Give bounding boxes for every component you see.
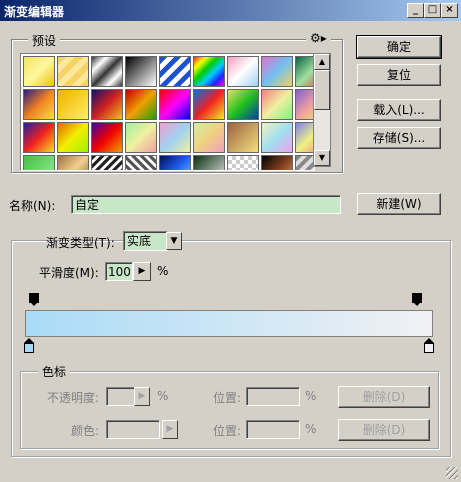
color-swatch-field[interactable] xyxy=(106,420,160,439)
preset-swatch-grid xyxy=(20,53,315,171)
preset-swatch[interactable] xyxy=(193,122,225,153)
preset-swatch[interactable] xyxy=(159,155,191,170)
preset-swatch[interactable] xyxy=(295,155,314,170)
preset-swatch[interactable] xyxy=(295,56,314,87)
color-position-field[interactable] xyxy=(246,420,300,439)
preset-swatch[interactable] xyxy=(159,56,191,87)
preset-swatch[interactable] xyxy=(57,122,89,153)
scroll-thumb[interactable] xyxy=(314,70,330,110)
color-position-unit: % xyxy=(305,422,317,436)
preset-swatch[interactable] xyxy=(91,56,123,87)
preset-swatch[interactable] xyxy=(125,89,157,120)
chevron-down-icon[interactable]: ▼ xyxy=(166,232,182,250)
minimize-button[interactable]: _ xyxy=(407,3,424,18)
gradient-preview-bar[interactable] xyxy=(25,310,433,337)
gradient-type-select[interactable]: 实底 xyxy=(123,231,168,251)
preset-swatch[interactable] xyxy=(57,56,89,87)
smoothness-label: 平滑度(M): xyxy=(39,266,99,280)
preset-swatch[interactable] xyxy=(295,89,314,120)
preset-swatch[interactable] xyxy=(23,56,55,87)
preset-swatch[interactable] xyxy=(57,155,89,170)
preset-swatch[interactable] xyxy=(91,89,123,120)
presets-label: 预设 xyxy=(28,32,61,49)
new-button[interactable]: 新建(W) xyxy=(357,193,441,215)
name-label: 名称(N): xyxy=(9,199,56,213)
preset-swatch[interactable] xyxy=(57,89,89,120)
close-button[interactable]: × xyxy=(441,3,458,18)
preset-swatch[interactable] xyxy=(227,56,259,87)
reset-button[interactable]: 复位 xyxy=(357,64,441,86)
preset-swatch[interactable] xyxy=(261,89,293,120)
preset-swatch[interactable] xyxy=(159,89,191,120)
preset-swatch[interactable] xyxy=(23,122,55,153)
opacity-field[interactable] xyxy=(106,387,136,406)
smoothness-field[interactable]: 100 xyxy=(105,262,133,281)
gradient-type-label: 渐变类型(T): xyxy=(46,236,115,250)
stops-group-label: 色标 xyxy=(38,363,71,380)
opacity-position-field[interactable] xyxy=(246,387,300,406)
preset-swatch[interactable] xyxy=(125,155,157,170)
color-label: 颜色: xyxy=(71,424,100,438)
smoothness-slider-icon[interactable]: ▶ xyxy=(133,262,151,281)
maximize-button[interactable]: □ xyxy=(424,3,441,18)
preset-swatch[interactable] xyxy=(261,155,293,170)
load-button[interactable]: 载入(L)... xyxy=(357,99,441,121)
color-stop-left[interactable] xyxy=(23,338,35,353)
opacity-position-unit: % xyxy=(305,389,317,403)
presets-scrollbar[interactable]: ▲ ▼ xyxy=(313,53,331,167)
preset-swatch[interactable] xyxy=(91,122,123,153)
title-bar: 渐变编辑器 _ □ × xyxy=(0,0,461,21)
preset-swatch[interactable] xyxy=(23,155,55,170)
scroll-down-icon[interactable]: ▼ xyxy=(314,150,330,166)
color-stop-right[interactable] xyxy=(423,338,435,353)
preset-swatch[interactable] xyxy=(295,122,314,153)
scroll-up-icon[interactable]: ▲ xyxy=(314,54,330,70)
save-button[interactable]: 存储(S)... xyxy=(357,127,441,149)
name-field[interactable]: 自定 xyxy=(71,195,341,214)
gear-icon[interactable]: ⚙▸ xyxy=(306,31,331,45)
opacity-position-label: 位置: xyxy=(213,391,242,405)
preset-swatch[interactable] xyxy=(227,89,259,120)
opacity-slider-icon[interactable]: ▶ xyxy=(134,387,150,406)
resize-grip-icon[interactable] xyxy=(446,467,458,479)
delete-opacity-stop-button[interactable]: 删除(D) xyxy=(338,386,430,408)
preset-swatch[interactable] xyxy=(261,56,293,87)
color-position-label: 位置: xyxy=(213,424,242,438)
preset-swatch[interactable] xyxy=(193,155,225,170)
preset-swatch[interactable] xyxy=(125,56,157,87)
delete-color-stop-button[interactable]: 删除(D) xyxy=(338,419,430,441)
preset-swatch[interactable] xyxy=(193,56,225,87)
preset-swatch[interactable] xyxy=(159,122,191,153)
opacity-stop-left[interactable] xyxy=(28,293,39,306)
window-title: 渐变编辑器 xyxy=(4,5,65,19)
preset-swatch[interactable] xyxy=(193,89,225,120)
opacity-stop-right[interactable] xyxy=(411,293,422,306)
color-menu-icon[interactable]: ▶ xyxy=(162,420,178,439)
smoothness-unit: % xyxy=(157,264,169,278)
ok-button[interactable]: 确定 xyxy=(356,35,442,59)
preset-swatch[interactable] xyxy=(23,89,55,120)
opacity-unit: % xyxy=(157,389,169,403)
preset-swatch[interactable] xyxy=(125,122,157,153)
preset-swatch[interactable] xyxy=(227,122,259,153)
preset-swatch[interactable] xyxy=(227,155,259,170)
preset-swatch[interactable] xyxy=(261,122,293,153)
preset-swatch[interactable] xyxy=(91,155,123,170)
opacity-label: 不透明度: xyxy=(47,391,100,405)
